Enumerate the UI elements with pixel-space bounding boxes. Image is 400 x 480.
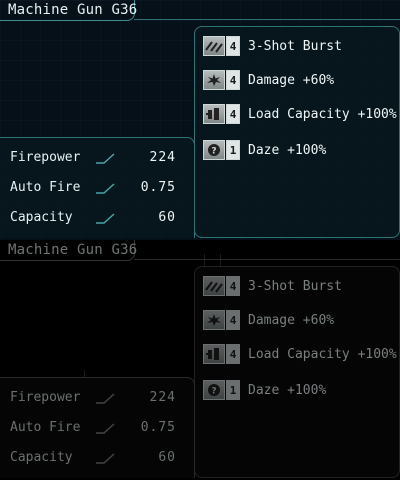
title-bar: Machine Gun G36 (0, 240, 400, 262)
stats-panel: Firepower 224 Auto Fire 0.75 Capacity 60 (0, 137, 195, 238)
stat-row-firepower: Firepower 224 (10, 148, 186, 168)
ability-label: Damage +60% (248, 312, 335, 328)
stat-label: Firepower (10, 150, 81, 165)
stat-row-capacity: Capacity 60 (10, 448, 186, 468)
ability-level: 1 (226, 380, 240, 400)
ability-level: 4 (226, 36, 240, 56)
ability-level: 1 (226, 140, 240, 160)
ability-label: Daze +100% (248, 142, 327, 158)
ability-daze[interactable]: ? 1 Daze +100% (203, 379, 326, 401)
stat-value: 0.75 (140, 180, 176, 195)
slash-icon (96, 213, 115, 224)
slash-icon (96, 183, 115, 194)
slash-icon (96, 153, 115, 164)
ability-panel: 4 3-Shot Burst 4 Damage +60% 4 Load Capa… (194, 26, 400, 238)
ability-load-capacity[interactable]: 4 Load Capacity +100% (203, 343, 397, 365)
ability-level: 4 (226, 70, 240, 90)
slash-icon (96, 453, 115, 464)
stats-panel: Firepower 224 Auto Fire 0.75 Capacity 60 (0, 377, 195, 478)
weapon-title: Machine Gun G36 (8, 2, 138, 18)
ability-label: Damage +60% (248, 72, 335, 88)
stat-label: Firepower (10, 390, 81, 405)
stat-value: 60 (158, 450, 176, 465)
ability-label: Daze +100% (248, 382, 327, 398)
stat-value: 60 (158, 210, 176, 225)
stat-value: 224 (149, 390, 176, 405)
stat-label: Auto Fire (10, 420, 81, 435)
svg-text:?: ? (211, 147, 216, 157)
stat-label: Capacity (10, 450, 73, 465)
ability-level: 4 (226, 310, 240, 330)
ability-label: Load Capacity +100% (248, 346, 397, 362)
ability-burst[interactable]: 4 3-Shot Burst (203, 35, 342, 57)
damage-icon (203, 310, 225, 330)
ability-level: 4 (226, 104, 240, 124)
stat-label: Auto Fire (10, 180, 81, 195)
ability-damage[interactable]: 4 Damage +60% (203, 69, 334, 91)
ability-burst[interactable]: 4 3-Shot Burst (203, 275, 342, 297)
burst-icon (203, 36, 225, 56)
daze-icon: ? (203, 380, 225, 400)
load-capacity-icon (203, 104, 225, 124)
top-screen: Machine Gun G36 4 3-Shot Burst 4 Damage … (0, 0, 400, 240)
burst-icon (203, 276, 225, 296)
stat-label: Capacity (10, 210, 73, 225)
ability-level: 4 (226, 344, 240, 364)
ability-daze[interactable]: ? 1 Daze +100% (203, 139, 326, 161)
stat-row-firepower: Firepower 224 (10, 388, 186, 408)
slash-icon (96, 393, 115, 404)
stat-row-capacity: Capacity 60 (10, 208, 186, 228)
stat-value: 0.75 (140, 420, 176, 435)
stat-row-auto-fire: Auto Fire 0.75 (10, 178, 186, 198)
stat-row-auto-fire: Auto Fire 0.75 (10, 418, 186, 438)
title-rule (134, 19, 400, 20)
ability-label: 3-Shot Burst (248, 278, 342, 294)
slash-icon (96, 423, 115, 434)
stat-value: 224 (149, 150, 176, 165)
ability-load-capacity[interactable]: 4 Load Capacity +100% (203, 103, 397, 125)
ability-damage[interactable]: 4 Damage +60% (203, 309, 334, 331)
damage-icon (203, 70, 225, 90)
bottom-screen: Machine Gun G36 4 3-Shot Burst 4 Damage … (0, 240, 400, 480)
svg-text:?: ? (211, 387, 216, 397)
load-capacity-icon (203, 344, 225, 364)
title-bar: Machine Gun G36 (0, 0, 400, 22)
title-rule (134, 259, 400, 260)
daze-icon: ? (203, 140, 225, 160)
ability-label: 3-Shot Burst (248, 38, 342, 54)
ability-panel: 4 3-Shot Burst 4 Damage +60% 4 Load Capa… (194, 266, 400, 478)
ability-label: Load Capacity +100% (248, 106, 397, 122)
weapon-title: Machine Gun G36 (8, 242, 138, 258)
ability-level: 4 (226, 276, 240, 296)
